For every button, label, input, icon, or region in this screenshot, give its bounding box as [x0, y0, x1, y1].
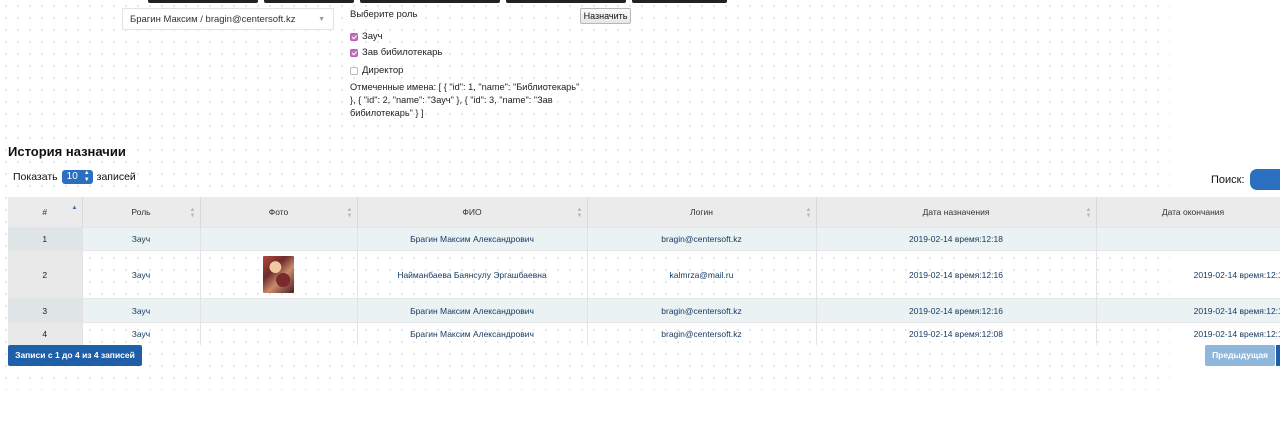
chevron-down-icon: ▼: [318, 16, 325, 23]
column-header-role[interactable]: Роль ▲ ▼: [82, 197, 201, 228]
role-option-zav-bibliotekar[interactable]: Зав бибилотекарь: [350, 47, 442, 58]
role-label: Выберите роль: [350, 9, 418, 20]
cell-role: Зауч: [82, 322, 201, 345]
header-label: Логин: [690, 207, 713, 217]
entries-label: записей: [96, 171, 136, 183]
next-page-button[interactable]: [1276, 345, 1280, 366]
cell-assigned-date: 2019-02-14 время:12:08: [816, 322, 1097, 345]
user-select-value: Брагин Максим / bragin@centersoft.kz: [130, 14, 296, 25]
sort-icon: ▲ ▼: [1085, 207, 1092, 219]
cell-role: Зауч: [82, 298, 201, 323]
search-label: Поиск:: [1211, 174, 1245, 186]
table-info: Записи с 1 до 4 из 4 записей: [8, 345, 142, 366]
header-label: Дата окончания: [1161, 207, 1225, 217]
section-title: История назначии: [8, 144, 126, 159]
column-header-login[interactable]: Логин ▲ ▼: [587, 197, 817, 228]
marked-names-text: Отмеченные имена: [ { "id": 1, "name": "…: [350, 82, 580, 118]
table-row: 1 Зауч Брагин Максим Александрович bragi…: [8, 227, 1280, 251]
table-row: 2 Зауч Найманбаева Баянсулу Эргашбаевна …: [8, 250, 1280, 299]
cell-login: bragin@centersoft.kz: [587, 227, 817, 251]
cell-assigned-date: 2019-02-14 время:12:16: [816, 298, 1097, 323]
page-length-value: 10: [66, 171, 78, 182]
header-label: Роль: [131, 207, 151, 217]
cell-photo: [200, 298, 358, 323]
cell-photo: [200, 227, 358, 251]
cell-fio: Брагин Максим Александрович: [357, 298, 588, 323]
cell-photo: [200, 322, 358, 345]
cell-number: 4: [8, 322, 83, 345]
header-label: Дата назначения: [922, 207, 990, 217]
column-header-photo[interactable]: Фото ▲ ▼: [200, 197, 358, 228]
clipped-page-heading: [148, 0, 748, 3]
header-label: #: [42, 207, 48, 217]
column-header-assigned-date[interactable]: Дата назначения ▲ ▼: [816, 197, 1097, 228]
role-option-zauch[interactable]: Зауч: [350, 31, 383, 42]
show-label: Показать: [13, 171, 58, 183]
sort-asc-icon: ▲: [71, 205, 78, 211]
cell-assigned-date: 2019-02-14 время:12:16: [816, 250, 1097, 299]
sort-icon: ▲ ▼: [189, 207, 196, 219]
column-header-fio[interactable]: ФИО ▲ ▼: [357, 197, 588, 228]
cell-end-date: 2019-02-14 время:12:18: [1096, 298, 1280, 323]
cell-login: bragin@centersoft.kz: [587, 322, 817, 345]
cell-fio: Найманбаева Баянсулу Эргашбаевна: [357, 250, 588, 299]
role-option-director[interactable]: Директор: [350, 65, 403, 76]
checkbox[interactable]: [350, 32, 358, 41]
cell-end-date: 2019-02-14 время:12:18: [1096, 322, 1280, 345]
assign-button[interactable]: Назначить: [580, 8, 631, 24]
sort-icon: ▲ ▼: [346, 207, 353, 219]
role-option-label: Зав бибилотекарь: [362, 47, 443, 58]
table-row: 3 Зауч Брагин Максим Александрович bragi…: [8, 298, 1280, 323]
checkbox[interactable]: [350, 48, 358, 57]
user-photo: [263, 256, 294, 293]
role-option-label: Директор: [362, 65, 404, 76]
column-header-number[interactable]: # ▲: [8, 197, 83, 228]
table-row: 4 Зауч Брагин Максим Александрович bragi…: [8, 322, 1280, 345]
checkbox[interactable]: [350, 66, 358, 75]
cell-fio: Брагин Максим Александрович: [357, 227, 588, 251]
page-length-control: Показать 10 ▲ ▼ записей: [13, 170, 136, 184]
role-option-label: Зауч: [362, 31, 383, 42]
page-length-select[interactable]: 10 ▲ ▼: [61, 170, 93, 184]
cell-number: 3: [8, 298, 83, 323]
cell-login: kalmrza@mail.ru: [587, 250, 817, 299]
header-label: Фото: [268, 207, 289, 217]
cell-photo: [200, 250, 358, 299]
search-input[interactable]: [1250, 169, 1280, 190]
cell-assigned-date: 2019-02-14 время:12:18: [816, 227, 1097, 251]
cell-end-date: [1096, 227, 1280, 251]
cell-role: Зауч: [82, 250, 201, 299]
history-table: # ▲ Роль ▲ ▼ Фото ▲ ▼ ФИО ▲ ▼ Логин ▲ ▼ Дата назн…: [8, 197, 1280, 345]
cell-number: 1: [8, 227, 83, 251]
sort-icon: ▲ ▼: [805, 207, 812, 219]
previous-page-button[interactable]: Предыдущая: [1205, 345, 1275, 366]
column-header-end-date[interactable]: Дата окончания: [1096, 197, 1280, 228]
select-arrows-icon: ▲ ▼: [83, 170, 90, 183]
cell-fio: Брагин Максим Александрович: [357, 322, 588, 345]
user-select[interactable]: Брагин Максим / bragin@centersoft.kz ▼: [122, 8, 334, 30]
cell-login: bragin@centersoft.kz: [587, 298, 817, 323]
sort-icon: ▲ ▼: [576, 207, 583, 219]
cell-number: 2: [8, 250, 83, 299]
cell-end-date: 2019-02-14 время:12:18: [1096, 250, 1280, 299]
cell-role: Зауч: [82, 227, 201, 251]
header-label: ФИО: [462, 207, 482, 217]
